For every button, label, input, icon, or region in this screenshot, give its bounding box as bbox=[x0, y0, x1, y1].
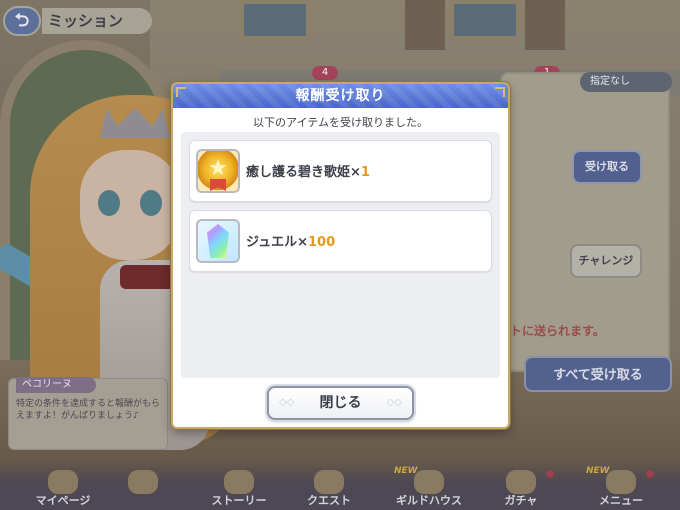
nav-label: ガチャ bbox=[504, 494, 538, 507]
character-eye bbox=[98, 190, 120, 216]
close-button-label: 閉じる bbox=[319, 395, 362, 411]
nav-label: ギルドハウス bbox=[396, 494, 462, 507]
dialog-title: 報酬受け取り bbox=[295, 88, 386, 104]
house-icon bbox=[414, 470, 444, 494]
window bbox=[450, 0, 520, 40]
reward-item: ジュエル×100 bbox=[189, 210, 492, 272]
nav-item-6[interactable]: NEW メニュー bbox=[578, 466, 664, 510]
corner-ornament-icon bbox=[495, 87, 505, 97]
new-badge: NEW bbox=[586, 466, 610, 476]
nav-label: メニュー bbox=[599, 494, 643, 507]
reward-item-times: × bbox=[297, 235, 308, 250]
home-icon bbox=[48, 470, 78, 494]
reward-item-quantity: 100 bbox=[308, 235, 336, 250]
notification-dot bbox=[546, 470, 554, 478]
reward-dialog: 報酬受け取り 以下のアイテムを受け取りました。 ★ 癒し護る碧き歌姫×1 ジュエ… bbox=[171, 82, 510, 429]
nav-item-2[interactable]: ストーリー bbox=[196, 470, 282, 510]
reward-item-times: × bbox=[350, 165, 361, 180]
filter-dropdown[interactable]: 指定なし bbox=[580, 72, 672, 92]
reward-item: ★ 癒し護る碧き歌姫×1 bbox=[189, 140, 492, 202]
new-badge: NEW bbox=[394, 466, 418, 476]
nav-item-1[interactable] bbox=[100, 470, 186, 510]
reward-item-quantity: 1 bbox=[360, 165, 370, 180]
window bbox=[240, 0, 310, 40]
tab-badge: 4 bbox=[312, 66, 338, 80]
nav-label: クエスト bbox=[307, 494, 351, 507]
character-face bbox=[80, 150, 180, 260]
back-button[interactable]: ⮌ bbox=[3, 6, 41, 36]
character-icon bbox=[128, 470, 158, 494]
character-eye bbox=[140, 190, 162, 216]
window-shutter bbox=[525, 0, 565, 50]
dialog-message: 以下のアイテムを受け取りました。 bbox=[253, 116, 428, 129]
corner-ornament-icon bbox=[176, 87, 186, 97]
reward-item-name: 癒し護る碧き歌姫 bbox=[246, 165, 351, 180]
speech-text: 特定の条件を達成すると報酬がもらえますよ！がんばりましょう♪ bbox=[16, 399, 161, 421]
nav-item-5[interactable]: ガチャ bbox=[478, 470, 564, 510]
nav-item-0[interactable]: マイページ bbox=[20, 470, 106, 510]
speaker-name: ペコリーヌ bbox=[16, 377, 96, 393]
reward-item-label: 癒し護る碧き歌姫×1 bbox=[246, 161, 370, 180]
notification-dot bbox=[646, 470, 654, 478]
page-header: ⮌ ミッション bbox=[0, 6, 180, 36]
nav-label: マイページ bbox=[35, 494, 91, 507]
claim-all-button[interactable]: すべて受け取る bbox=[524, 356, 672, 392]
jewel-icon bbox=[196, 219, 240, 263]
nav-item-4[interactable]: NEW ギルドハウス bbox=[386, 466, 472, 510]
gacha-icon bbox=[506, 470, 536, 494]
back-arrow-icon: ⮌ bbox=[14, 10, 30, 31]
mission-note: トに送られます。 bbox=[510, 324, 605, 338]
nav-label: ストーリー bbox=[211, 494, 267, 507]
book-icon bbox=[224, 470, 254, 494]
reward-item-name: ジュエル bbox=[246, 235, 298, 250]
medal-icon: ★ bbox=[196, 149, 240, 193]
reward-list: ★ 癒し護る碧き歌姫×1 ジュエル×100 bbox=[181, 132, 500, 378]
reward-item-label: ジュエル×100 bbox=[246, 231, 335, 250]
menu-icon bbox=[606, 470, 636, 494]
nav-item-3[interactable]: クエスト bbox=[286, 470, 372, 510]
window-shutter bbox=[405, 0, 445, 50]
challenge-button[interactable]: チャレンジ bbox=[570, 244, 642, 278]
sword-icon bbox=[314, 470, 344, 494]
dialog-header: 報酬受け取り bbox=[173, 84, 508, 108]
page-title: ミッション bbox=[42, 8, 152, 34]
close-button[interactable]: ◇◇ ◇◇ 閉じる bbox=[267, 386, 414, 420]
claim-button[interactable]: 受け取る bbox=[572, 150, 642, 184]
